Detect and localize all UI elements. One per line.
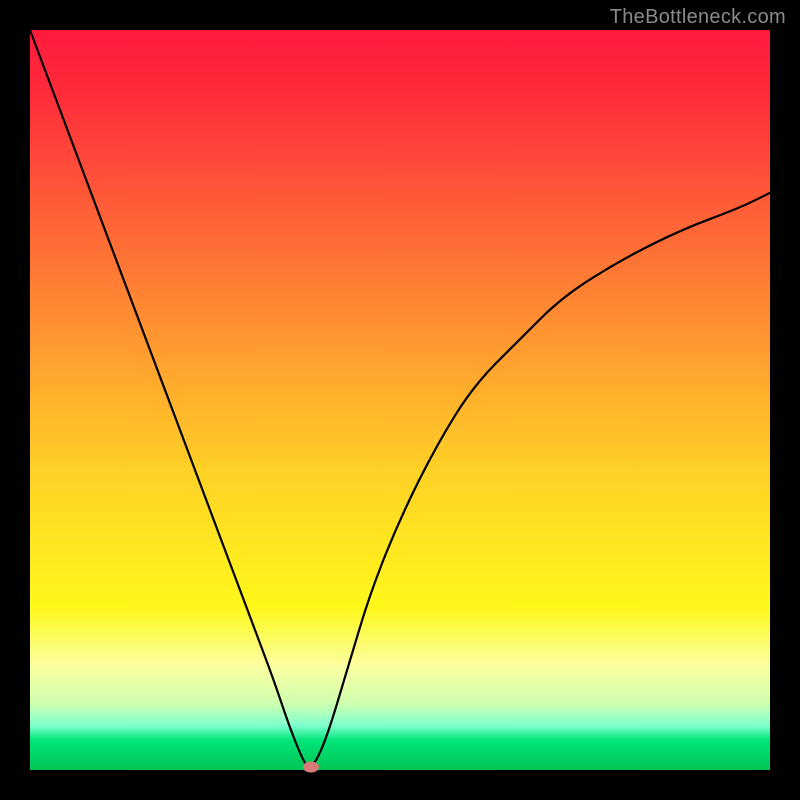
chart-stage: TheBottleneck.com xyxy=(0,0,800,800)
optimal-point-marker xyxy=(303,762,319,773)
watermark-text: TheBottleneck.com xyxy=(610,6,786,29)
plot-area xyxy=(30,30,770,770)
bottleneck-curve xyxy=(30,30,770,770)
